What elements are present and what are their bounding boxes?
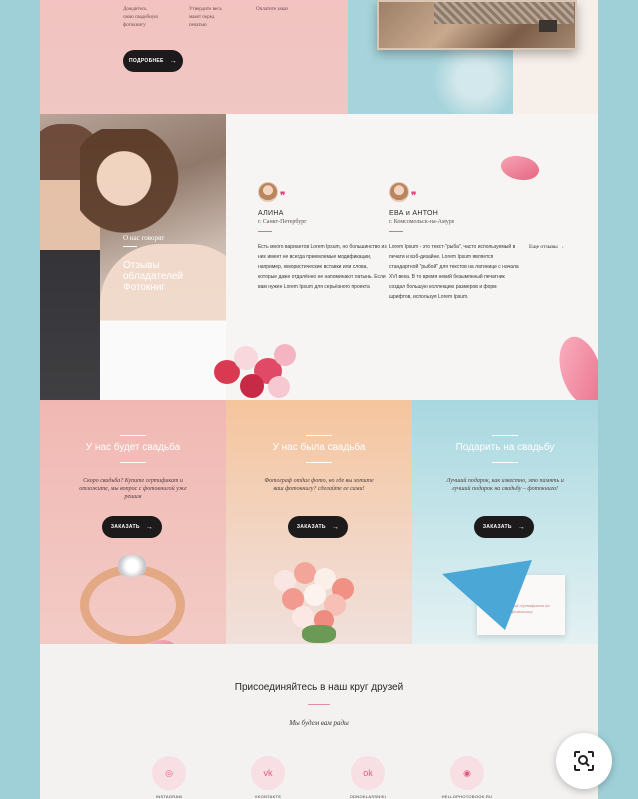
review-city: г. Комсомольск-на-Амуре (389, 219, 455, 225)
divider (389, 231, 403, 232)
odnoklassniki-icon: ok (363, 768, 373, 778)
petal-decoration (498, 150, 542, 186)
visual-search-button[interactable] (556, 733, 612, 789)
arrow-right-icon: → (517, 523, 526, 531)
visual-search-icon (574, 751, 594, 771)
review-card: ❞ ЕВА и АНТОН г. Комсомольск-на-Амуре Lo… (389, 182, 519, 302)
diamond-image (118, 555, 146, 577)
review-author: ЕВА и АНТОН (389, 210, 439, 217)
avatar (389, 182, 409, 202)
more-reviews-label: Еще отзывы (529, 244, 558, 250)
social-label: VKONTAKTE (254, 794, 282, 799)
join-subtitle: Мы будем вам рады (289, 719, 349, 727)
step-4-text: Утвердите весь макет перед печатью (189, 6, 222, 30)
step-line: фотокнигу (123, 23, 146, 28)
bouquet-decoration (210, 340, 300, 400)
arrow-right-icon: → (331, 523, 340, 531)
step-line: Дождитесь (123, 7, 147, 12)
order-button-label: ЗАКАЗАТЬ (296, 524, 326, 530)
social-label: HELLOPHOTOBOOK.RU (441, 794, 493, 799)
lace-decoration (430, 40, 520, 120)
offer-title: Подарить на свадьбу (455, 442, 555, 453)
landing-page: Дождитесь свою свадебную фотокнигу Утвер… (40, 0, 598, 799)
step-3-text: Дождитесь свою свадебную фотокнигу (123, 6, 158, 30)
order-button[interactable]: ЗАКАЗАТЬ → (102, 516, 162, 538)
divider (306, 462, 332, 463)
steps-band: Дождитесь свою свадебную фотокнигу Утвер… (40, 0, 348, 114)
divider (120, 435, 146, 436)
reviews-heading: Отзывы обладателей Фотокниг (123, 260, 184, 293)
odnoklassniki-button[interactable]: ok (351, 756, 385, 790)
order-button-label: ЗАКАЗАТЬ (482, 524, 512, 530)
reviews-eyebrow: О нас говорят (123, 234, 165, 242)
step-line: свою свадебную (123, 15, 158, 20)
divider (120, 462, 146, 463)
pinterest-icon: ◉ (463, 767, 471, 778)
quote-icon: ❞ (280, 191, 286, 202)
review-text: Есть много вариантов Lorem Ipsum, но бол… (258, 244, 387, 290)
social-label: ODNOKLASSNIKI (349, 794, 387, 799)
pinterest-button[interactable]: ◉ (450, 756, 484, 790)
join-section: Присоединяйтесь в наш круг друзей Мы буд… (40, 644, 598, 799)
offer-text: Лучший подарок, как известно, это память… (446, 478, 564, 492)
quote-icon: ❞ (411, 191, 417, 202)
offer-card-gift: Подарить на свадьбу Лучший подарок, как … (412, 400, 598, 644)
order-button[interactable]: ЗАКАЗАТЬ → (474, 516, 534, 538)
offer-card-upcoming: У нас будет свадьба Скоро свадьба? Купит… (40, 400, 226, 644)
offer-text: Скоро свадьба? Купите сертификат и отлож… (79, 478, 187, 500)
divider (492, 435, 518, 436)
review-author: АЛИНА (258, 210, 284, 217)
details-button[interactable]: ПОДРОБНЕЕ → (123, 50, 183, 72)
divider (492, 462, 518, 463)
step-line: печатью (189, 23, 207, 28)
join-heading: Присоединяйтесь в наш круг друзей (234, 682, 404, 693)
step-line: макет перед (189, 15, 215, 20)
details-button-label: ПОДРОБНЕЕ (128, 58, 164, 64)
step-line: Утвердите весь (189, 7, 222, 12)
arrow-right-icon: → (145, 523, 154, 531)
instagram-icon: ◎ (165, 767, 173, 778)
review-card: ❞ АЛИНА г. Санкт-Петербург Есть много ва… (258, 182, 388, 292)
avatar (258, 182, 278, 202)
wedding-photo: О нас говорят Отзывы обладателей Фотокни… (40, 114, 226, 400)
chevron-right-icon: › (561, 244, 564, 250)
vk-icon: vk (263, 768, 273, 778)
offer-text: Фотограф отдал фото, но где вы хотите ва… (264, 478, 374, 492)
divider (308, 704, 330, 705)
step-5-text: Оплатите заказ (256, 6, 288, 14)
photobook-image (377, 0, 577, 50)
vk-button[interactable]: vk (251, 756, 285, 790)
offer-card-past: У нас была свадьба Фотограф отдал фото, … (226, 400, 412, 644)
photo-overlay (40, 114, 226, 400)
review-text: Lorem Ipsum - это текст-"рыба", часто ис… (389, 244, 519, 300)
divider (258, 231, 272, 232)
arrow-right-icon: → (169, 57, 178, 65)
more-reviews-link[interactable]: Еще отзывы › (529, 244, 564, 250)
offer-title: У нас будет свадьба (85, 442, 181, 453)
divider (123, 246, 137, 247)
order-button-label: ЗАКАЗАТЬ (110, 524, 140, 530)
order-button[interactable]: ЗАКАЗАТЬ → (288, 516, 348, 538)
divider (306, 435, 332, 436)
review-city: г. Санкт-Петербург (258, 219, 307, 225)
step-line: Оплатите заказ (256, 7, 289, 12)
offer-title: У нас была свадьба (272, 442, 366, 453)
photobook-label (539, 20, 557, 32)
instagram-button[interactable]: ◎ (152, 756, 186, 790)
social-label: INSTAGRAM (155, 794, 183, 799)
